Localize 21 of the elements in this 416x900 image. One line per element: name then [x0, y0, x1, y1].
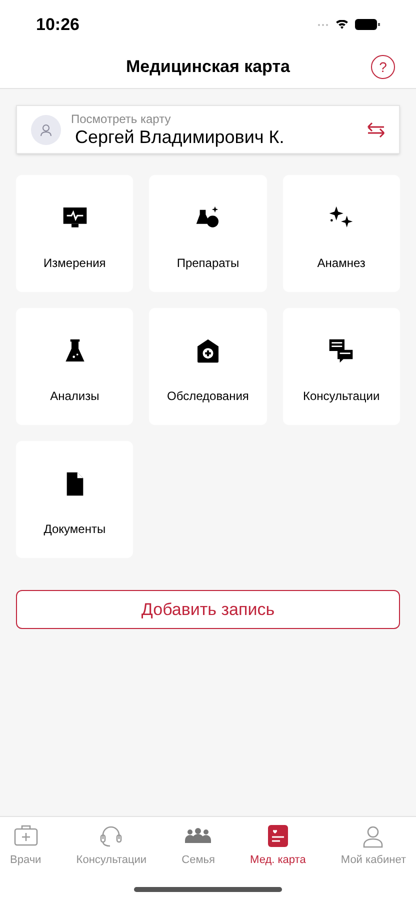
chat-bubbles-icon [327, 337, 356, 365]
signal-icon [317, 22, 329, 26]
tab-bar-item[interactable]: Мед. карта [248, 823, 308, 868]
category-tile[interactable]: Анализы [16, 308, 134, 425]
category-tile[interactable]: Препараты [149, 175, 267, 292]
patient-card[interactable]: Посмотреть карту Сергей Владимирович К. [16, 105, 400, 154]
help-button[interactable]: ? [371, 55, 395, 79]
add-record-button[interactable]: Добавить запись [16, 590, 400, 629]
wifi-icon [335, 20, 349, 30]
category-tile[interactable]: Анамнез [282, 175, 400, 292]
avatar-icon [31, 114, 61, 144]
page-title: Медицинская карта [126, 56, 290, 78]
category-tile[interactable]: Консультации [282, 308, 400, 425]
status-time: 10:26 [36, 14, 80, 36]
patient-name: Сергей Владимирович К. [75, 126, 286, 148]
category-tile[interactable]: Измерения [16, 175, 134, 292]
category-tile[interactable]: Обследования [149, 308, 267, 425]
category-tile[interactable]: Документы [16, 441, 134, 558]
swap-arrows-icon [367, 120, 385, 138]
battery-icon [355, 19, 380, 30]
card-caption: Посмотреть карту [71, 112, 172, 126]
